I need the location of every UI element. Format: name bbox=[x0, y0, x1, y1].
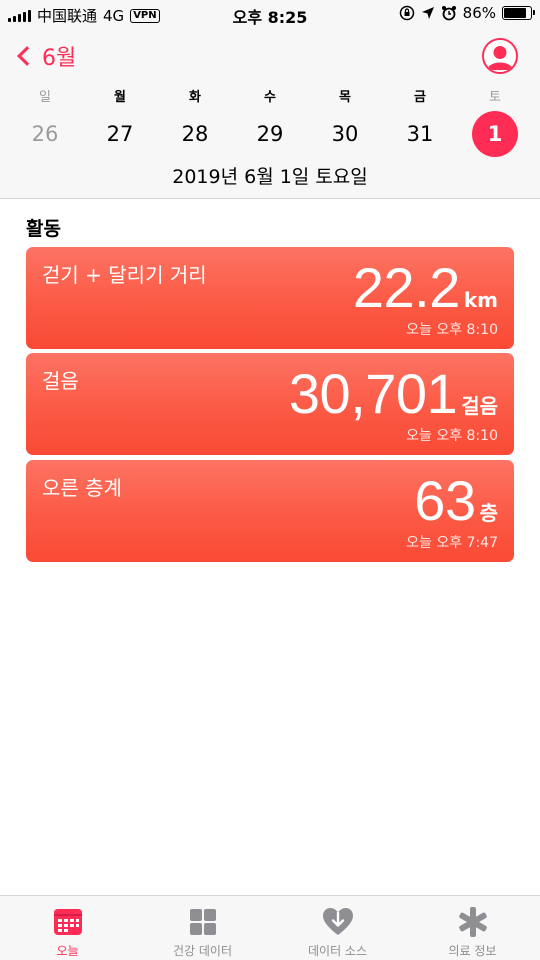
tab-medical-id[interactable]: 의료 정보 bbox=[405, 896, 540, 960]
card-unit: 걸음 bbox=[461, 394, 498, 418]
card-value-group: 63 층 bbox=[414, 468, 498, 533]
tab-label: 건강 데이터 bbox=[172, 944, 232, 958]
tab-label: 데이터 소스 bbox=[307, 944, 367, 958]
weekday-fri: 금 bbox=[414, 90, 426, 105]
section-title-activity: 활동 bbox=[26, 218, 61, 240]
medical-id-asterisk-icon bbox=[458, 907, 487, 937]
day-27[interactable]: 27 bbox=[97, 111, 143, 157]
card-title: 오른 층계 bbox=[42, 476, 122, 500]
profile-avatar-icon bbox=[484, 40, 516, 72]
week-days: 26 27 28 29 30 31 1 bbox=[0, 111, 540, 157]
card-walking-running-distance[interactable]: 걷기 + 달리기 거리 22.2 km 오늘 오후 8:10 bbox=[26, 247, 514, 349]
back-to-month-button[interactable]: 6월 bbox=[14, 40, 76, 72]
profile-button[interactable] bbox=[482, 38, 518, 74]
card-flights-climbed[interactable]: 오른 층계 63 층 오늘 오후 7:47 bbox=[26, 460, 514, 562]
day-31[interactable]: 31 bbox=[397, 111, 443, 157]
day-28[interactable]: 28 bbox=[172, 111, 218, 157]
weekday-thu: 목 bbox=[339, 90, 351, 105]
week-navigation: 6월 일 월 화 수 목 금 토 26 27 28 29 30 31 1 201… bbox=[0, 28, 540, 199]
weekday-wed: 수 bbox=[264, 90, 276, 105]
card-unit: 층 bbox=[479, 501, 498, 525]
weekday-sat: 토 bbox=[489, 90, 501, 105]
chevron-left-icon bbox=[17, 46, 37, 66]
card-title: 걸음 bbox=[42, 369, 79, 393]
card-value: 30,701 bbox=[288, 362, 458, 425]
status-bar: 中国联通 4G VPN 오후 8:25 86% bbox=[0, 0, 540, 28]
day-26[interactable]: 26 bbox=[22, 111, 68, 157]
weekday-tue: 화 bbox=[189, 90, 201, 105]
rotation-lock-icon bbox=[399, 5, 414, 21]
weekday-mon: 월 bbox=[114, 90, 126, 105]
card-value: 22.2 bbox=[352, 256, 461, 319]
status-right: 86% bbox=[399, 4, 535, 22]
card-timestamp: 오늘 오후 8:10 bbox=[406, 322, 498, 338]
card-timestamp: 오늘 오후 8:10 bbox=[406, 428, 498, 444]
selected-date-caption: 2019년 6월 1일 토요일 bbox=[172, 166, 368, 188]
day-1-selected[interactable]: 1 bbox=[472, 111, 518, 157]
card-value-group: 22.2 km bbox=[353, 255, 498, 320]
card-title: 걷기 + 달리기 거리 bbox=[42, 263, 207, 287]
day-30[interactable]: 30 bbox=[322, 111, 368, 157]
tab-data-sources[interactable]: 데이터 소스 bbox=[270, 896, 405, 960]
battery-percent: 86% bbox=[462, 4, 496, 22]
tab-today[interactable]: 오늘 bbox=[0, 896, 135, 960]
health-data-grid-icon bbox=[189, 909, 216, 935]
back-month-label: 6월 bbox=[42, 46, 77, 71]
today-icon bbox=[53, 909, 82, 935]
location-arrow-icon bbox=[421, 7, 434, 19]
card-steps[interactable]: 걸음 30,701 걸음 오늘 오후 8:10 bbox=[26, 353, 514, 455]
day-29[interactable]: 29 bbox=[247, 111, 293, 157]
data-source-heart-icon bbox=[322, 908, 353, 935]
weekday-sun: 일 bbox=[39, 90, 51, 105]
card-unit: km bbox=[463, 288, 498, 312]
card-timestamp: 오늘 오후 7:47 bbox=[406, 535, 498, 551]
battery-level-fill bbox=[504, 8, 527, 18]
card-value-group: 30,701 걸음 bbox=[289, 361, 498, 426]
tab-health-data[interactable]: 건강 데이터 bbox=[135, 896, 270, 960]
weekday-header: 일 월 화 수 목 금 토 bbox=[0, 86, 540, 106]
alarm-clock-icon bbox=[441, 6, 456, 21]
battery-icon bbox=[502, 6, 535, 20]
tab-label: 오늘 bbox=[56, 944, 79, 958]
tab-label: 의료 정보 bbox=[448, 944, 497, 958]
card-value: 63 bbox=[414, 469, 476, 532]
tab-bar: 오늘 건강 데이터 데이터 소스 의료 정보 bbox=[0, 895, 540, 960]
